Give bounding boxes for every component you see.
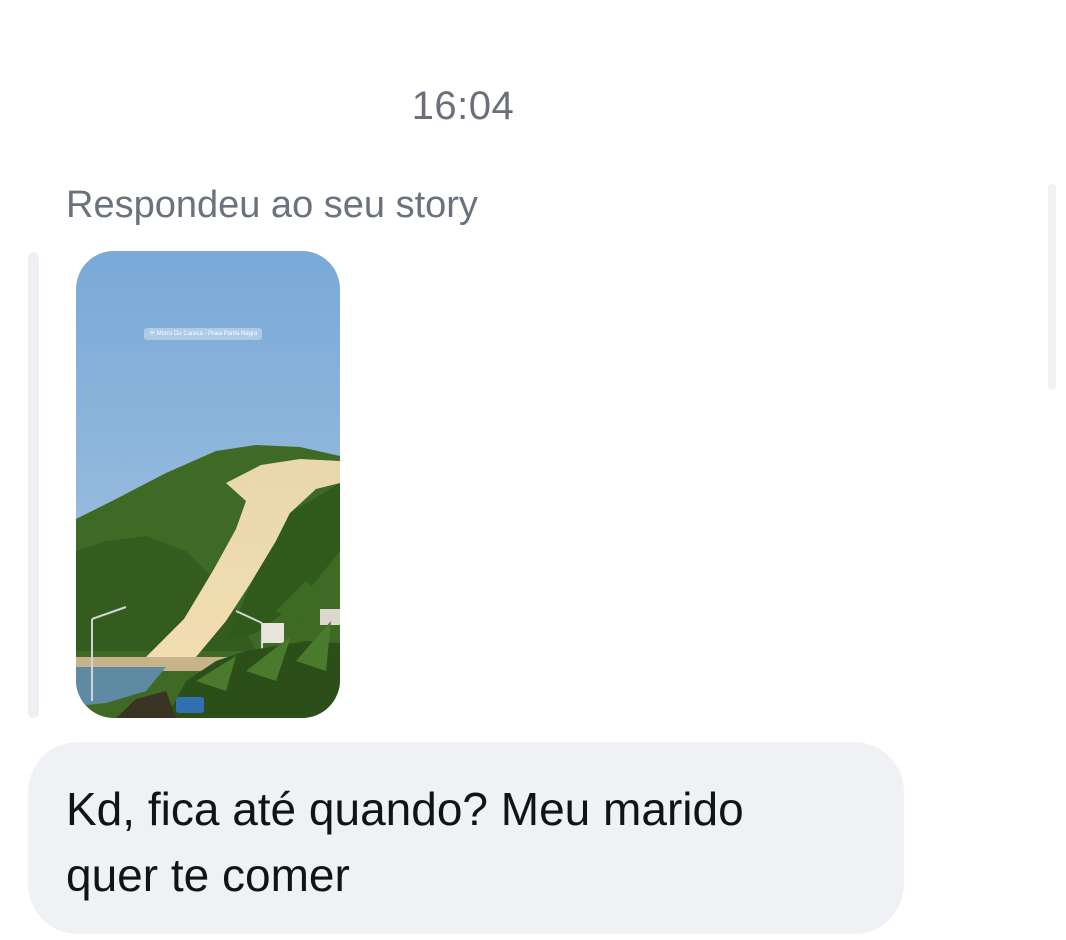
reply-indicator-bar bbox=[28, 252, 39, 718]
message-bubble[interactable]: Kd, fica até quando? Meu marido quer te … bbox=[28, 742, 904, 934]
dm-conversation: 16:04 Respondeu ao seu story ⦿ Morro Do … bbox=[0, 0, 1066, 940]
story-reply-label: Respondeu ao seu story bbox=[66, 184, 478, 226]
story-image bbox=[76, 251, 340, 718]
story-thumbnail[interactable] bbox=[76, 251, 340, 718]
location-pin-icon: ⦿ bbox=[149, 331, 156, 337]
message-timestamp: 16:04 bbox=[411, 84, 515, 128]
scrollbar[interactable] bbox=[1048, 184, 1056, 390]
story-location-tag: ⦿ Morro Do Careca - Praia Ponta Negra bbox=[144, 328, 263, 340]
story-location-label: Morro Do Careca - Praia Ponta Negra bbox=[156, 331, 258, 337]
